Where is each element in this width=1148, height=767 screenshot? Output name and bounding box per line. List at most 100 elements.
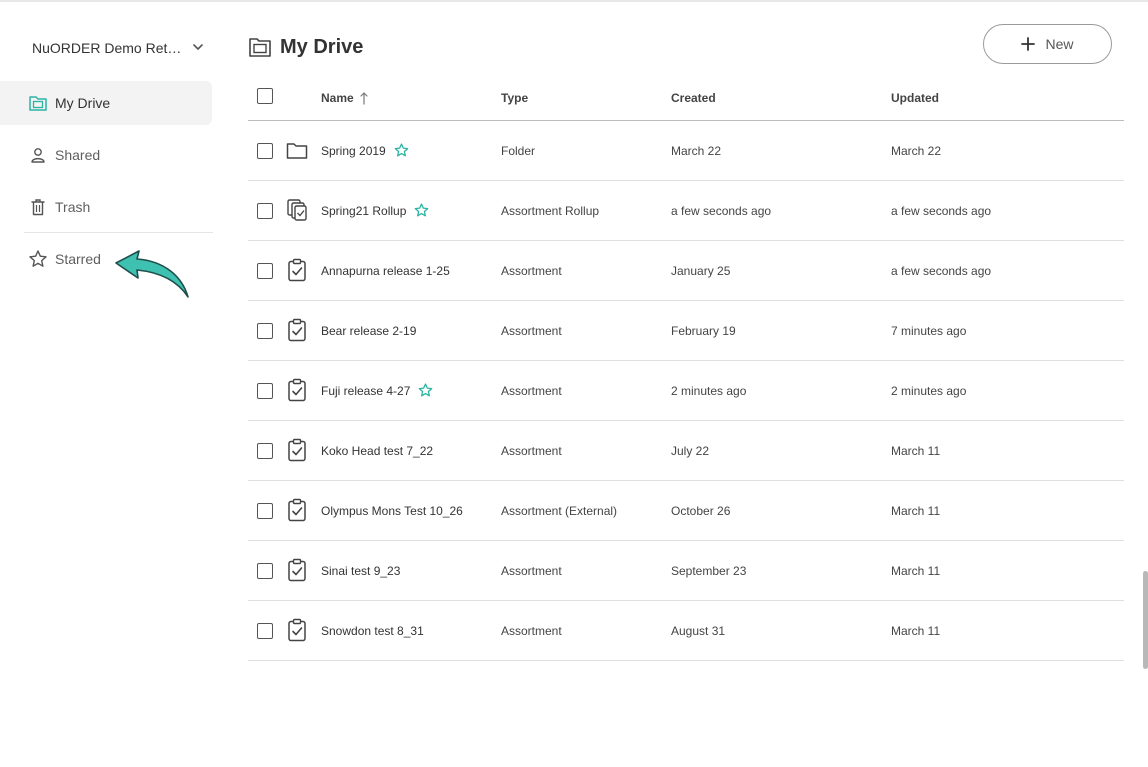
drive-folder-icon [249, 38, 271, 57]
column-header-type[interactable]: Type [501, 91, 528, 105]
name-cell: Spring21 Rollup [321, 181, 429, 240]
scrollbar-thumb[interactable] [1143, 571, 1148, 669]
table-row[interactable]: Spring 2019 Folder March 22 March 22 [248, 121, 1124, 181]
name-cell: Bear release 2-19 [321, 301, 416, 360]
updated-cell: 7 minutes ago [891, 323, 967, 338]
column-header-created[interactable]: Created [671, 91, 716, 105]
new-button-label: New [1045, 36, 1074, 52]
table-row[interactable]: Annapurna release 1-25 Assortment January … [248, 241, 1124, 301]
trash-icon [31, 199, 45, 216]
row-checkbox[interactable] [257, 443, 273, 459]
sidebar-item-shared[interactable]: Shared [0, 133, 212, 177]
name-cell: Olympus Mons Test 10_26 [321, 481, 463, 540]
name-cell: Snowdon test 8_31 [321, 601, 424, 660]
column-header-name[interactable]: Name [321, 91, 354, 105]
clipboard-check-icon [288, 378, 306, 402]
type-cell: Assortment (External) [501, 503, 618, 518]
table-row[interactable]: Fuji release 4-27 Assortment 2 minutes ago… [248, 361, 1124, 421]
file-name[interactable]: Fuji release 4-27 [321, 384, 410, 398]
clipboard-check-icon [288, 618, 306, 642]
table-body: Spring 2019 Folder March 22 March 22 Spring2… [248, 121, 1124, 661]
sidebar-item-label: Trash [55, 199, 91, 215]
table-header: Name Type Created Updated [248, 80, 1124, 121]
file-name[interactable]: Sinai test 9_23 [321, 564, 400, 578]
sidebar-item-label: Shared [55, 147, 101, 163]
name-cell: Sinai test 9_23 [321, 541, 400, 600]
clipboard-check-icon [288, 438, 306, 462]
star-icon[interactable] [414, 203, 429, 218]
row-checkbox[interactable] [257, 383, 273, 399]
folder-icon [286, 143, 308, 159]
person-icon [31, 148, 45, 163]
row-checkbox[interactable] [257, 143, 273, 159]
updated-cell: 2 minutes ago [891, 383, 967, 398]
updated-cell: March 11 [891, 623, 941, 638]
name-cell: Annapurna release 1-25 [321, 241, 450, 300]
created-cell: January 25 [671, 263, 731, 278]
table-row[interactable]: Bear release 2-19 Assortment February 19 7 … [248, 301, 1124, 361]
updated-cell: March 11 [891, 443, 941, 458]
page-title: My Drive [280, 35, 364, 58]
type-cell: Assortment Rollup [501, 203, 600, 218]
star-icon[interactable] [418, 383, 433, 398]
sidebar-item-trash[interactable]: Trash [0, 185, 212, 229]
file-name[interactable]: Bear release 2-19 [321, 324, 416, 338]
new-button[interactable]: New [983, 24, 1112, 64]
type-cell: Assortment [501, 263, 562, 278]
created-cell: July 22 [671, 443, 710, 458]
created-cell: August 31 [671, 623, 726, 638]
table-row[interactable]: Snowdon test 8_31 Assortment August 31 Marc… [248, 601, 1124, 661]
name-cell: Spring 2019 [321, 121, 409, 180]
org-selector[interactable]: NuORDER Demo Reta... [32, 38, 208, 58]
sidebar-item-label: Starred [55, 251, 101, 267]
file-name[interactable]: Spring 2019 [321, 144, 386, 158]
pointer-arrow-icon [115, 250, 189, 298]
type-cell: Assortment [501, 383, 562, 398]
row-checkbox[interactable] [257, 323, 273, 339]
file-name[interactable]: Spring21 Rollup [321, 204, 406, 218]
row-checkbox[interactable] [257, 203, 273, 219]
table-row[interactable]: Koko Head test 7_22 Assortment July 22 Marc… [248, 421, 1124, 481]
row-checkbox[interactable] [257, 563, 273, 579]
row-checkbox[interactable] [257, 503, 273, 519]
clipboard-check-icon [288, 498, 306, 522]
file-name[interactable]: Snowdon test 8_31 [321, 624, 424, 638]
org-name: NuORDER Demo Reta... [32, 40, 184, 56]
file-name[interactable]: Annapurna release 1-25 [321, 264, 450, 278]
table-row[interactable]: Spring21 Rollup Assortment Rollup a few se… [248, 181, 1124, 241]
file-name[interactable]: Koko Head test 7_22 [321, 444, 433, 458]
created-cell: March 22 [671, 143, 722, 158]
row-checkbox[interactable] [257, 263, 273, 279]
clipboard-check-icon [288, 318, 306, 342]
created-cell: 2 minutes ago [671, 383, 747, 398]
updated-cell: a few seconds ago [891, 263, 992, 278]
row-checkbox[interactable] [257, 623, 273, 639]
updated-cell: March 22 [891, 143, 942, 158]
name-cell: Koko Head test 7_22 [321, 421, 433, 480]
type-cell: Assortment [501, 443, 562, 458]
created-cell: a few seconds ago [671, 203, 772, 218]
select-all-checkbox[interactable] [257, 88, 273, 104]
sidebar: NuORDER Demo Reta... My Drive Shared Tra… [0, 0, 224, 767]
type-cell: Assortment [501, 563, 562, 578]
plus-icon [1021, 37, 1036, 51]
table-row[interactable]: Olympus Mons Test 10_26 Assortment (Exter… [248, 481, 1124, 541]
type-cell: Assortment [501, 623, 562, 638]
file-name[interactable]: Olympus Mons Test 10_26 [321, 504, 463, 518]
updated-cell: March 11 [891, 563, 941, 578]
sidebar-item-label: My Drive [55, 95, 111, 111]
clipboard-check-icon [288, 558, 306, 582]
updated-cell: a few seconds ago [891, 203, 992, 218]
updated-cell: March 11 [891, 503, 941, 518]
page-header: My Drive [248, 34, 363, 60]
chevron-down-icon [193, 44, 203, 50]
files-table: Name Type Created Updated Spring 2019 Fol… [248, 80, 1124, 661]
sort-ascending-icon[interactable] [359, 91, 369, 105]
sidebar-item-my-drive[interactable]: My Drive [0, 81, 212, 125]
star-outline-icon [29, 250, 47, 267]
created-cell: February 19 [671, 323, 736, 338]
star-icon[interactable] [394, 143, 409, 158]
type-cell: Folder [501, 143, 536, 158]
table-row[interactable]: Sinai test 9_23 Assortment September 23 Mar… [248, 541, 1124, 601]
column-header-updated[interactable]: Updated [891, 91, 939, 105]
